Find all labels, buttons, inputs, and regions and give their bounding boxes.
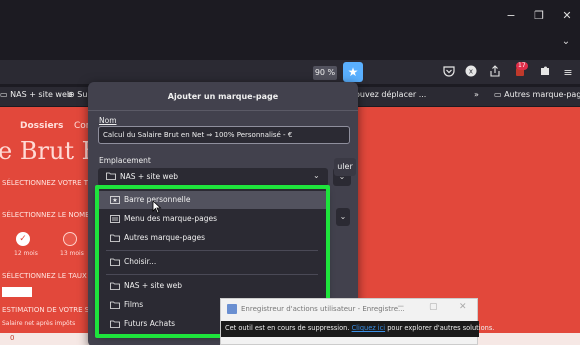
option-label-12: 12 mois bbox=[14, 250, 38, 257]
cancel-button[interactable]: uler bbox=[334, 158, 356, 176]
menu-icon[interactable]: ≡ bbox=[560, 65, 576, 81]
option-label-13: 13 mois bbox=[60, 250, 84, 257]
extension-badge: 17 bbox=[516, 62, 528, 70]
notification-message-prefix: Cet outil est en cours de suppression. bbox=[225, 324, 350, 332]
result-value: 0 bbox=[10, 334, 15, 342]
expand-tags-button[interactable]: ⌄ bbox=[336, 208, 350, 226]
pocket-icon[interactable] bbox=[441, 65, 457, 81]
bookmark-name-input[interactable]: Calcul du Salaire Brut en Net ⇒ 100% Per… bbox=[98, 126, 350, 144]
drag-hint-text: ouvez déplacer ... bbox=[355, 90, 427, 99]
chevron-down-icon: ⌄ bbox=[313, 171, 320, 180]
radio-option[interactable] bbox=[63, 232, 77, 246]
globe-icon: ⊕ bbox=[68, 90, 75, 99]
minimize-icon[interactable]: − bbox=[397, 302, 405, 312]
location-value: NAS + site web bbox=[120, 172, 178, 181]
svg-text:x: x bbox=[469, 68, 473, 76]
nav-dossiers[interactable]: Dossiers bbox=[20, 121, 63, 131]
tab-list-chevron-icon[interactable]: ⌄ bbox=[558, 36, 574, 50]
location-label: Emplacement bbox=[99, 156, 151, 165]
notification-message: Cet outil est en cours de suppression. C… bbox=[225, 324, 494, 332]
explore-link[interactable]: Cliquez ici bbox=[352, 324, 386, 332]
folder-icon bbox=[106, 172, 116, 180]
title-bar bbox=[0, 0, 580, 32]
puzzle-icon[interactable] bbox=[537, 65, 553, 81]
folder-icon: ▭ bbox=[0, 90, 8, 99]
bookmark-star-icon[interactable]: ★ bbox=[343, 62, 363, 82]
location-select[interactable]: NAS + site web ⌄ bbox=[98, 168, 328, 186]
steps-recorder-app-icon bbox=[227, 304, 237, 314]
browser-window: − ❐ ✕ ⌄ 90 % ★ x 17 ≡ ▭ NAS + site web ⊕… bbox=[0, 0, 580, 345]
divider bbox=[88, 110, 358, 111]
bookmark-label: NAS + site web bbox=[10, 90, 72, 99]
minimize-button[interactable]: − bbox=[500, 8, 522, 24]
other-bookmarks-folder[interactable]: ▭ Autres marque-pages bbox=[494, 90, 580, 99]
close-window-button[interactable]: ✕ bbox=[556, 8, 578, 24]
bookmarks-overflow-chevron-icon[interactable]: » bbox=[474, 90, 479, 99]
tab-strip bbox=[0, 32, 580, 60]
notification-title: Enregistreur d'actions utilisateur - Enr… bbox=[241, 305, 405, 313]
steps-recorder-notification: Enregistreur d'actions utilisateur - Enr… bbox=[220, 298, 494, 345]
check-icon[interactable]: ✓ bbox=[16, 232, 30, 246]
bookmark-label: Autres marque-pages bbox=[504, 90, 580, 99]
rate-input[interactable] bbox=[2, 287, 32, 297]
close-icon[interactable]: ✕ bbox=[459, 302, 467, 312]
ublock-icon[interactable]: x bbox=[463, 65, 479, 81]
restore-button[interactable]: ❐ bbox=[528, 8, 550, 24]
notification-message-suffix: pour explorer d'autres solutions. bbox=[387, 324, 495, 332]
section-label-count: SÉLECTIONNEZ LE NOMBRE bbox=[2, 211, 100, 219]
notification-body: Cet outil est en cours de suppression. C… bbox=[221, 321, 494, 337]
mouse-cursor-icon bbox=[152, 200, 162, 214]
folder-icon: ▭ bbox=[494, 90, 502, 99]
maximize-icon[interactable]: ▢ bbox=[429, 302, 438, 312]
share-icon[interactable] bbox=[487, 65, 503, 81]
name-label: Nom bbox=[99, 116, 117, 125]
net-after-tax-label: Salaire net après impôts bbox=[2, 320, 76, 327]
bookmark-folder-nas[interactable]: ▭ NAS + site web bbox=[0, 90, 72, 99]
panel-title: Ajouter un marque-page bbox=[167, 92, 279, 101]
zoom-level-badge[interactable]: 90 % bbox=[313, 66, 337, 80]
